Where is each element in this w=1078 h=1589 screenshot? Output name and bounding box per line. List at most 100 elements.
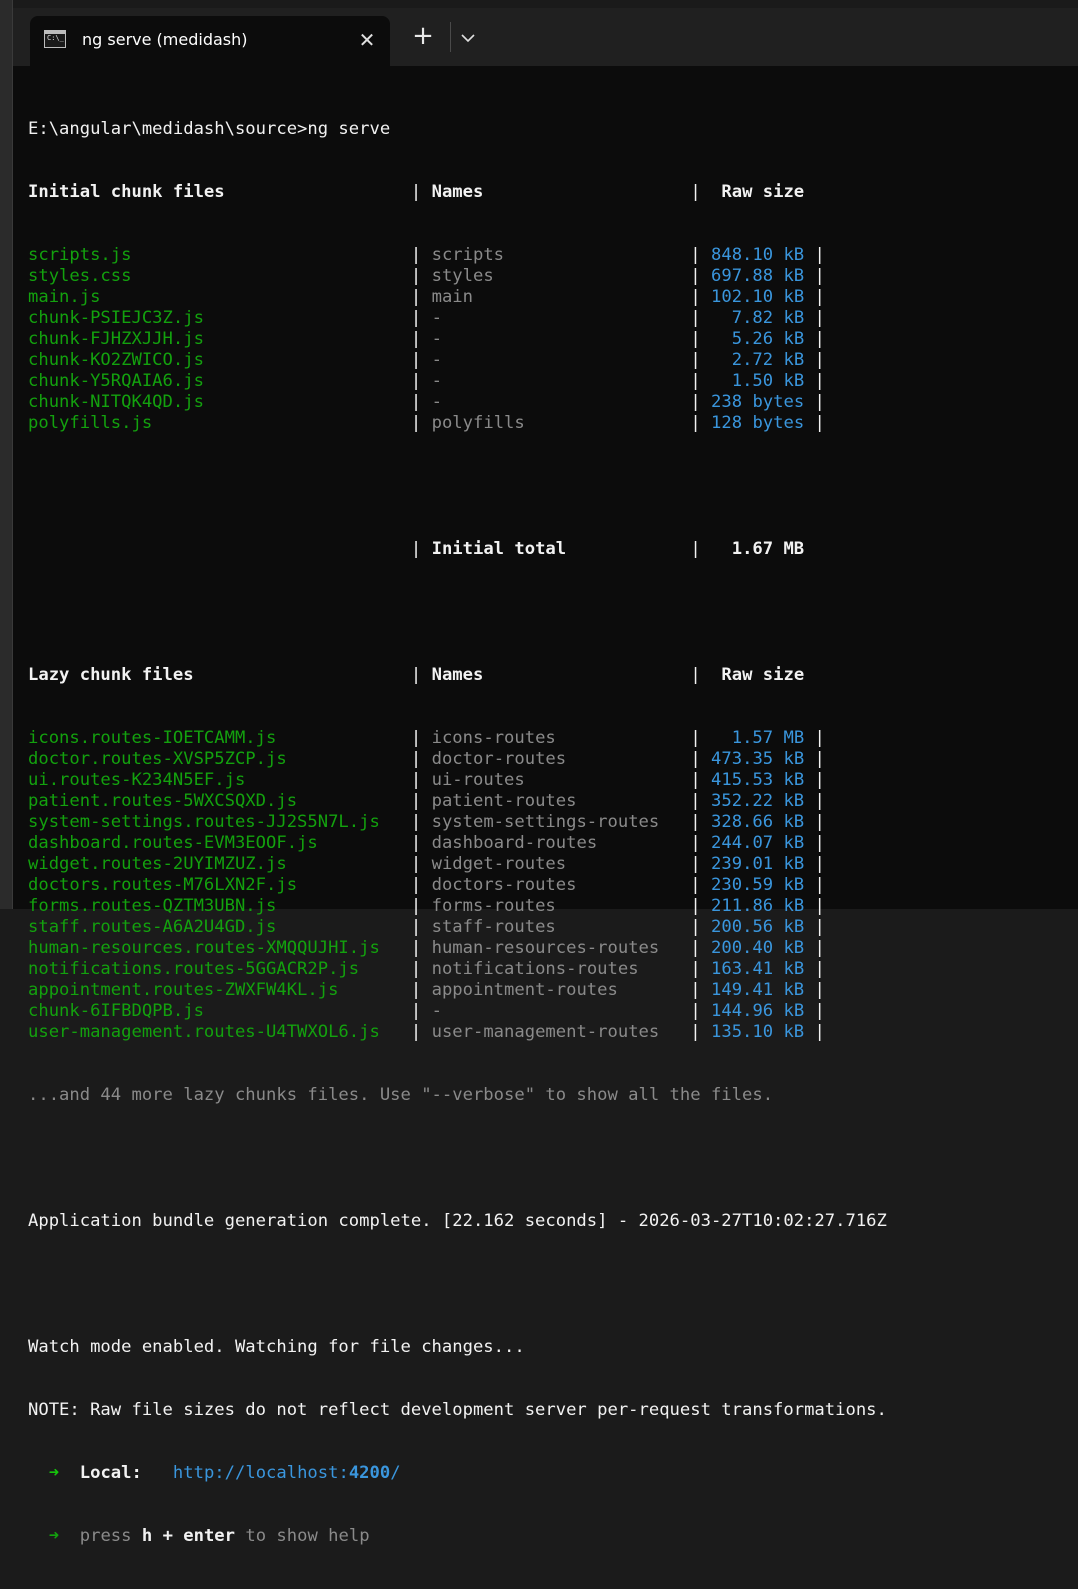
table-row: main.js | main | 102.10 kB | xyxy=(28,287,1073,308)
chunk-file-name: ui.routes-K234N5EF.js xyxy=(28,770,246,790)
column-separator: | xyxy=(410,665,422,685)
initial-total-row: | Initial total | 1.67 MB xyxy=(28,539,1073,560)
chunk-raw-size: 7.82 kB xyxy=(731,308,805,328)
column-separator: | xyxy=(814,1022,825,1042)
column-separator: | xyxy=(410,329,422,349)
column-separator: | xyxy=(814,770,825,790)
table-row: ui.routes-K234N5EF.js | ui-routes | 415.… xyxy=(28,770,1073,791)
chunk-file-name: patient.routes-5WXCSQXD.js xyxy=(28,791,298,811)
column-separator: | xyxy=(410,245,422,265)
terminal-output[interactable]: E:\angular\medidash\source>ng serve Init… xyxy=(28,77,1073,1546)
column-separator: | xyxy=(410,413,422,433)
chunk-name: staff-routes xyxy=(431,917,556,937)
column-separator: | xyxy=(814,749,825,769)
table-row: icons.routes-IOETCAMM.js | icons-routes … xyxy=(28,728,1073,749)
column-separator: | xyxy=(814,287,825,307)
chunk-file-name: styles.css xyxy=(28,266,132,286)
chunk-file-name: appointment.routes-ZWXFW4KL.js xyxy=(28,980,339,1000)
tab-title: ng serve (medidash) xyxy=(82,30,248,49)
column-separator: | xyxy=(690,791,701,811)
column-separator: | xyxy=(690,959,701,979)
chunk-raw-size: 200.56 kB xyxy=(711,917,805,937)
column-separator: | xyxy=(410,959,422,979)
plus-icon[interactable]: + xyxy=(411,23,435,49)
bundle-complete-message: Application bundle generation complete. … xyxy=(28,1211,887,1231)
table-row: system-settings.routes-JJ2S5N7L.js | sys… xyxy=(28,812,1073,833)
column-separator: | xyxy=(410,287,422,307)
title-strip xyxy=(13,0,1078,8)
chunk-file-name: dashboard.routes-EVM3EOOF.js xyxy=(28,833,318,853)
chunk-file-name: human-resources.routes-XMQQUJHI.js xyxy=(28,938,380,958)
header-files: Initial chunk files xyxy=(28,182,225,202)
table-row: chunk-NITQK4QD.js | - | 238 bytes | xyxy=(28,392,1073,413)
column-separator: | xyxy=(814,308,825,328)
chunk-raw-size: 230.59 kB xyxy=(711,875,805,895)
chunk-file-name: chunk-PSIEJC3Z.js xyxy=(28,308,204,328)
close-icon[interactable]: ✕ xyxy=(355,28,379,52)
chunk-file-name: doctor.routes-XVSP5ZCP.js xyxy=(28,749,287,769)
chunk-raw-size: 239.01 kB xyxy=(711,854,805,874)
table-row: doctors.routes-M76LXN2F.js | doctors-rou… xyxy=(28,875,1073,896)
chunk-file-name: icons.routes-IOETCAMM.js xyxy=(28,728,277,748)
column-separator: | xyxy=(814,854,825,874)
chunk-name: - xyxy=(431,392,442,412)
column-separator: | xyxy=(410,1022,422,1042)
column-separator: | xyxy=(690,287,701,307)
watch-mode-message: Watch mode enabled. Watching for file ch… xyxy=(28,1337,525,1357)
chunk-name: styles xyxy=(431,266,494,286)
column-separator: | xyxy=(410,896,422,916)
column-separator: | xyxy=(690,854,701,874)
column-separator: | xyxy=(814,917,825,937)
column-separator: | xyxy=(410,854,422,874)
column-separator: | xyxy=(410,308,422,328)
chevron-down-icon[interactable] xyxy=(456,26,480,50)
lazy-table-header: Lazy chunk files | Names | Raw size xyxy=(28,665,1073,686)
chunk-file-name: forms.routes-QZTM3UBN.js xyxy=(28,896,277,916)
local-label: Local: xyxy=(79,1463,142,1483)
column-separator: | xyxy=(410,749,422,769)
column-separator: | xyxy=(410,266,422,286)
chunk-file-name: widget.routes-2UYIMZUZ.js xyxy=(28,854,287,874)
note-message: NOTE: Raw file sizes do not reflect deve… xyxy=(28,1400,887,1420)
column-separator: | xyxy=(690,896,701,916)
chunk-file-name: system-settings.routes-JJ2S5N7L.js xyxy=(28,812,380,832)
chunk-file-name: staff.routes-A6A2U4GD.js xyxy=(28,917,277,937)
column-separator: | xyxy=(690,728,701,748)
chunk-name: system-settings-routes xyxy=(431,812,660,832)
arrow-icon: ➜ xyxy=(48,1526,60,1546)
chunk-name: doctors-routes xyxy=(431,875,577,895)
column-separator: | xyxy=(690,329,701,349)
chunk-raw-size: 135.10 kB xyxy=(711,1022,805,1042)
column-separator: | xyxy=(690,245,701,265)
table-row: chunk-Y5RQAIA6.js | - | 1.50 kB | xyxy=(28,371,1073,392)
more-chunks-note: ...and 44 more lazy chunks files. Use "-… xyxy=(28,1085,774,1105)
column-separator: | xyxy=(410,371,422,391)
column-separator: | xyxy=(690,371,701,391)
column-separator: | xyxy=(814,728,825,748)
tab-ng-serve[interactable]: C:\_ ng serve (medidash) ✕ xyxy=(30,16,390,66)
column-separator: | xyxy=(814,833,825,853)
column-separator: | xyxy=(690,749,701,769)
column-separator: | xyxy=(410,1001,422,1021)
local-url-link[interactable]: http://localhost:4200/ xyxy=(173,1463,401,1483)
column-separator: | xyxy=(814,959,825,979)
column-separator: | xyxy=(814,329,825,349)
column-separator: | xyxy=(814,413,825,433)
header-size: Raw size xyxy=(721,665,805,685)
lazy-table-body: icons.routes-IOETCAMM.js | icons-routes … xyxy=(28,728,1073,1043)
chunk-name: dashboard-routes xyxy=(431,833,598,853)
chunk-file-name: doctors.routes-M76LXN2F.js xyxy=(28,875,298,895)
chunk-file-name: notifications.routes-5GGACR2P.js xyxy=(28,959,360,979)
column-separator: | xyxy=(410,980,422,1000)
column-separator: | xyxy=(814,812,825,832)
chunk-name: human-resources-routes xyxy=(431,938,660,958)
header-size: Raw size xyxy=(721,182,805,202)
column-separator: | xyxy=(410,812,422,832)
column-separator: | xyxy=(690,875,701,895)
column-separator: | xyxy=(690,1001,701,1021)
chunk-name: - xyxy=(431,308,442,328)
chunk-name: icons-routes xyxy=(431,728,556,748)
chunk-raw-size: 102.10 kB xyxy=(711,287,805,307)
